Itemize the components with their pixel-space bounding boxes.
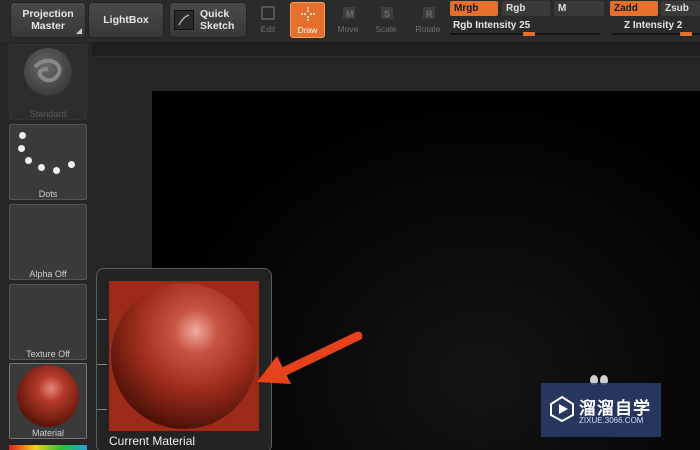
svg-text:S: S — [384, 9, 390, 19]
stroke-dot — [18, 145, 25, 152]
rgb-intensity-label: Rgb Intensity 25 — [453, 20, 531, 31]
svg-text:R: R — [426, 9, 433, 19]
draw-label: Draw — [297, 25, 318, 35]
stroke-dot — [68, 161, 75, 168]
rotate-tool[interactable]: R Rotate — [408, 2, 448, 38]
edit-label: Edit — [260, 24, 276, 34]
edit-icon — [261, 6, 275, 20]
scale-icon: S — [381, 7, 393, 19]
projection-master-line1: Projection — [22, 8, 74, 20]
rgb-intensity-slider[interactable]: Rgb Intensity 25 — [450, 19, 605, 37]
play-logo-icon — [550, 395, 574, 423]
current-material-title: Current Material — [109, 434, 196, 448]
watermark-site: ZIXUE.3066.COM — [579, 416, 644, 425]
material-tile[interactable]: Material — [9, 363, 87, 439]
draw-icon — [300, 7, 315, 21]
edit-tool[interactable]: Edit — [248, 2, 288, 38]
move-tool[interactable]: M Move — [328, 2, 368, 38]
top-toolbar: Projection Master LightBox Quick Sketch … — [0, 0, 700, 42]
z-intensity-knob[interactable] — [680, 32, 692, 36]
quick-sketch-icon — [174, 10, 194, 30]
material-preview[interactable] — [109, 281, 259, 431]
zsub-toggle[interactable]: Zsub — [661, 1, 700, 16]
popup-tick — [97, 364, 107, 365]
rotate-icon: R — [423, 7, 435, 19]
stroke-dot — [19, 132, 26, 139]
stroke-dot — [25, 157, 32, 164]
projection-master-line2: Master — [31, 20, 65, 32]
alpha-tile[interactable]: Alpha Off — [9, 204, 87, 280]
material-preview-sphere — [109, 281, 259, 431]
material-sphere-icon — [17, 365, 79, 427]
z-intensity-label: Z Intensity 2 — [624, 20, 683, 31]
stroke-label: Dots — [38, 189, 58, 199]
color-strip[interactable] — [9, 445, 87, 450]
zadd-toggle[interactable]: Zadd — [610, 1, 658, 16]
projection-master-button[interactable]: Projection Master — [10, 2, 86, 38]
z-intensity-slider[interactable]: Z Intensity 2 — [612, 19, 700, 37]
move-label: Move — [337, 24, 359, 34]
scale-label: Scale — [375, 24, 397, 34]
standard-brush-icon — [24, 48, 72, 96]
texture-tile[interactable]: Texture Off — [9, 284, 87, 360]
move-icon: M — [343, 7, 355, 19]
material-label: Material — [31, 428, 64, 438]
alpha-label: Alpha Off — [29, 269, 67, 279]
current-material-popup: Current Material — [96, 268, 272, 450]
left-shelf: Standard Dots Alpha Off Texture Off Mate… — [0, 42, 92, 450]
stroke-tile[interactable]: Dots — [9, 124, 87, 200]
corner-triangle-icon — [76, 28, 82, 34]
stroke-dot — [38, 164, 45, 171]
quick-sketch-line2: Sketch — [200, 20, 235, 32]
brush-label: Standard — [29, 109, 67, 119]
stroke-dot — [53, 167, 60, 174]
rgb-intensity-knob[interactable] — [523, 32, 535, 36]
scale-tool[interactable]: S Scale — [366, 2, 406, 38]
rgb-toggle[interactable]: Rgb — [502, 1, 550, 16]
pointer-arrow — [257, 331, 363, 384]
draw-tool[interactable]: Draw — [290, 2, 325, 38]
popup-tick — [97, 319, 107, 320]
watermark-badge: 溜溜自学 ZIXUE.3066.COM — [541, 383, 661, 437]
quick-sketch-button[interactable]: Quick Sketch — [169, 2, 247, 38]
texture-label: Texture Off — [26, 349, 70, 359]
brush-tile[interactable]: Standard — [9, 44, 87, 120]
lightbox-label: LightBox — [103, 14, 149, 26]
rotate-label: Rotate — [415, 24, 441, 34]
popup-tick — [97, 409, 107, 410]
quick-sketch-line1: Quick — [200, 8, 230, 20]
m-toggle[interactable]: M — [554, 1, 604, 16]
svg-text:M: M — [346, 9, 354, 19]
mrgb-toggle[interactable]: Mrgb — [450, 1, 498, 16]
lightbox-button[interactable]: LightBox — [88, 2, 164, 38]
